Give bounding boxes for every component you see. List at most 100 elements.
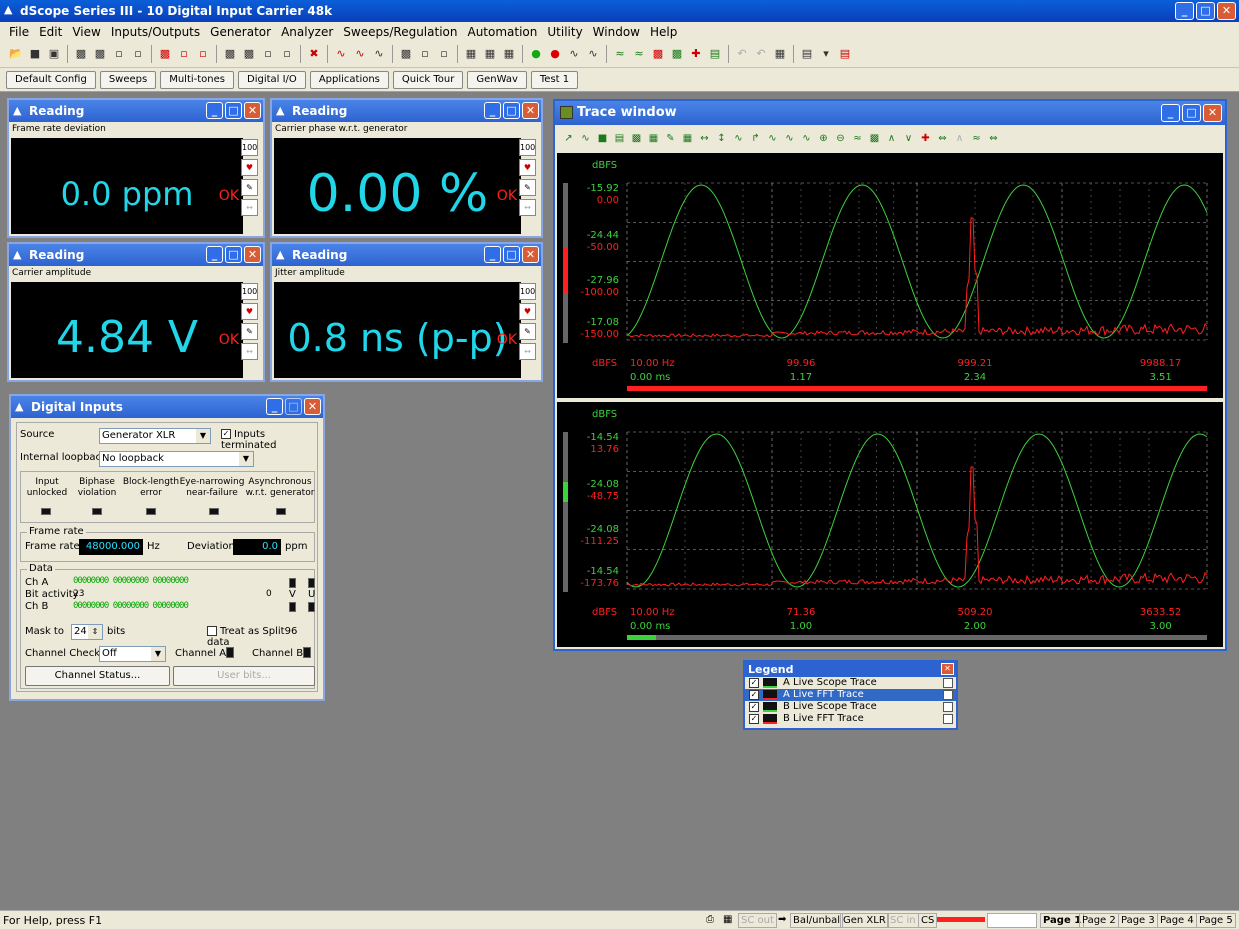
io-icon[interactable]: ▩	[398, 46, 414, 62]
close-button[interactable]: ✕	[1217, 2, 1236, 20]
cursor-wave2-icon[interactable]: ∿	[782, 131, 797, 146]
autoscale-icon[interactable]: ▩	[867, 131, 882, 146]
close-button[interactable]: ✕	[522, 246, 539, 263]
cursor-wave3-icon[interactable]: ∿	[799, 131, 814, 146]
output-config-icon[interactable]: ▩	[92, 46, 108, 62]
settings-icon[interactable]: ✎	[241, 179, 258, 196]
minimize-button[interactable]: _	[266, 398, 283, 415]
add-trace-icon[interactable]: ↗	[561, 131, 576, 146]
close-button[interactable]: ✕	[522, 102, 539, 119]
settings-icon[interactable]: ✎	[241, 323, 258, 340]
maximize-button[interactable]: □	[1196, 2, 1215, 20]
red-settings-icon[interactable]: ▫	[195, 46, 211, 62]
limits-icon[interactable]: ♥	[241, 159, 258, 176]
menu-utility[interactable]: Utility	[542, 25, 587, 39]
zoom-x-icon[interactable]: ↔	[697, 131, 712, 146]
disabled-tool-icon[interactable]: ↶	[753, 46, 769, 62]
maximize-button[interactable]: □	[503, 102, 520, 119]
source-select[interactable]: Generator XLR ▼	[99, 428, 211, 444]
checkbox-checked-icon[interactable]: ✓	[749, 678, 759, 688]
maximize-button[interactable]: □	[225, 246, 242, 263]
red-output-icon[interactable]: ▩	[157, 46, 173, 62]
menu-view[interactable]: View	[67, 25, 105, 39]
limits-icon[interactable]: ♥	[519, 159, 536, 176]
minimize-button[interactable]: _	[1175, 2, 1194, 20]
legend-item-a-scope[interactable]: ✓ A Live Scope Trace	[745, 677, 956, 689]
close-button[interactable]: ✕	[304, 398, 321, 415]
settings-icon[interactable]: ✎	[519, 323, 536, 340]
numeric-icon[interactable]: 100	[241, 283, 258, 300]
zoom-y-icon[interactable]: ↕	[714, 131, 729, 146]
default-config-button[interactable]: Default Config	[6, 70, 96, 89]
generator-icon[interactable]: ▫	[111, 46, 127, 62]
legend-item-b-fft[interactable]: ✓ B Live FFT Trace	[745, 713, 956, 725]
sweeps-button[interactable]: Sweeps	[99, 70, 157, 89]
page-5-tab[interactable]: Page 5	[1196, 913, 1236, 928]
page-1-tab[interactable]: Page 1	[1040, 913, 1085, 928]
bar-icon[interactable]: ▩	[650, 46, 666, 62]
channel-check-select[interactable]: Off ▼	[99, 646, 166, 662]
page-3-tab[interactable]: Page 3	[1118, 913, 1158, 928]
close-button[interactable]: ✕	[244, 246, 261, 263]
io-settings-icon[interactable]: ▫	[417, 46, 433, 62]
maximize-button[interactable]: □	[503, 246, 520, 263]
menu-generator[interactable]: Generator	[205, 25, 276, 39]
cursor-wave-icon[interactable]: ∿	[765, 131, 780, 146]
trace-wave-icon[interactable]: ∿	[578, 131, 593, 146]
record-icon[interactable]: ●	[547, 46, 563, 62]
close-button[interactable]: ✕	[244, 102, 261, 119]
digital-io-button[interactable]: Digital I/O	[238, 70, 306, 89]
trace-line-icon[interactable]: ∿	[731, 131, 746, 146]
compare-icon[interactable]: ≈	[969, 131, 984, 146]
run-icon[interactable]: ●	[528, 46, 544, 62]
split-icon[interactable]: ⇔	[986, 131, 1001, 146]
page-4-tab[interactable]: Page 4	[1157, 913, 1197, 928]
spin-icon[interactable]: ⇕	[88, 625, 102, 639]
legend-item-a-fft[interactable]: ✓ A Live FFT Trace	[745, 689, 956, 701]
loopback-select[interactable]: No loopback ▼	[99, 451, 254, 467]
cursor-icon[interactable]: ↱	[748, 131, 763, 146]
expand-icon[interactable]: ↔	[241, 199, 258, 216]
digital-config-icon[interactable]: ▦	[482, 46, 498, 62]
user-bits-button[interactable]: User bits...	[173, 666, 315, 686]
save-all-icon[interactable]: ▣	[46, 46, 62, 62]
legend-item-b-scope[interactable]: ✓ B Live Scope Trace	[745, 701, 956, 713]
output-icon[interactable]: ▩	[73, 46, 89, 62]
peak-icon[interactable]: ∧	[884, 131, 899, 146]
zoom-in-icon[interactable]: ⊕	[816, 131, 831, 146]
copy-icon[interactable]	[943, 714, 953, 724]
numeric-icon[interactable]: 100	[519, 283, 536, 300]
expand-icon[interactable]: ↔	[519, 343, 536, 360]
digital-icon[interactable]: ▦	[463, 46, 479, 62]
disabled-tool-icon[interactable]: ↶	[734, 46, 750, 62]
trace-add-icon[interactable]: ≈	[631, 46, 647, 62]
input-config-icon[interactable]: ▩	[241, 46, 257, 62]
minimize-button[interactable]: _	[1161, 104, 1180, 122]
menu-file[interactable]: File	[4, 25, 34, 39]
analyzer-icon[interactable]: ▫	[260, 46, 276, 62]
trace-icon[interactable]: ≈	[612, 46, 628, 62]
menu-window[interactable]: Window	[588, 25, 645, 39]
digital-settings-icon[interactable]: ▦	[501, 46, 517, 62]
copy-icon[interactable]	[943, 690, 953, 700]
stop-icon[interactable]: ✖	[306, 46, 322, 62]
applications-button[interactable]: Applications	[309, 70, 389, 89]
sweep-settings-icon[interactable]: ∿	[352, 46, 368, 62]
graph-grid-icon[interactable]: ▦	[646, 131, 661, 146]
valley-icon[interactable]: ∨	[901, 131, 916, 146]
minimize-button[interactable]: _	[206, 102, 223, 119]
maximize-button[interactable]: □	[225, 102, 242, 119]
minimize-button[interactable]: _	[206, 246, 223, 263]
genwav-button[interactable]: GenWav	[467, 70, 527, 89]
copy-icon[interactable]	[943, 678, 953, 688]
menu-edit[interactable]: Edit	[34, 25, 67, 39]
limits-icon[interactable]: ♥	[241, 303, 258, 320]
page-2-tab[interactable]: Page 2	[1079, 913, 1119, 928]
quick-tour-button[interactable]: Quick Tour	[392, 70, 464, 89]
expand-icon[interactable]: ↔	[241, 343, 258, 360]
graph-icon[interactable]: ▤	[707, 46, 723, 62]
maximize-button[interactable]: □	[1182, 104, 1201, 122]
multi-tones-button[interactable]: Multi-tones	[160, 70, 234, 89]
analyzer-settings-icon[interactable]: ▫	[279, 46, 295, 62]
bar-add-icon[interactable]: ▩	[669, 46, 685, 62]
